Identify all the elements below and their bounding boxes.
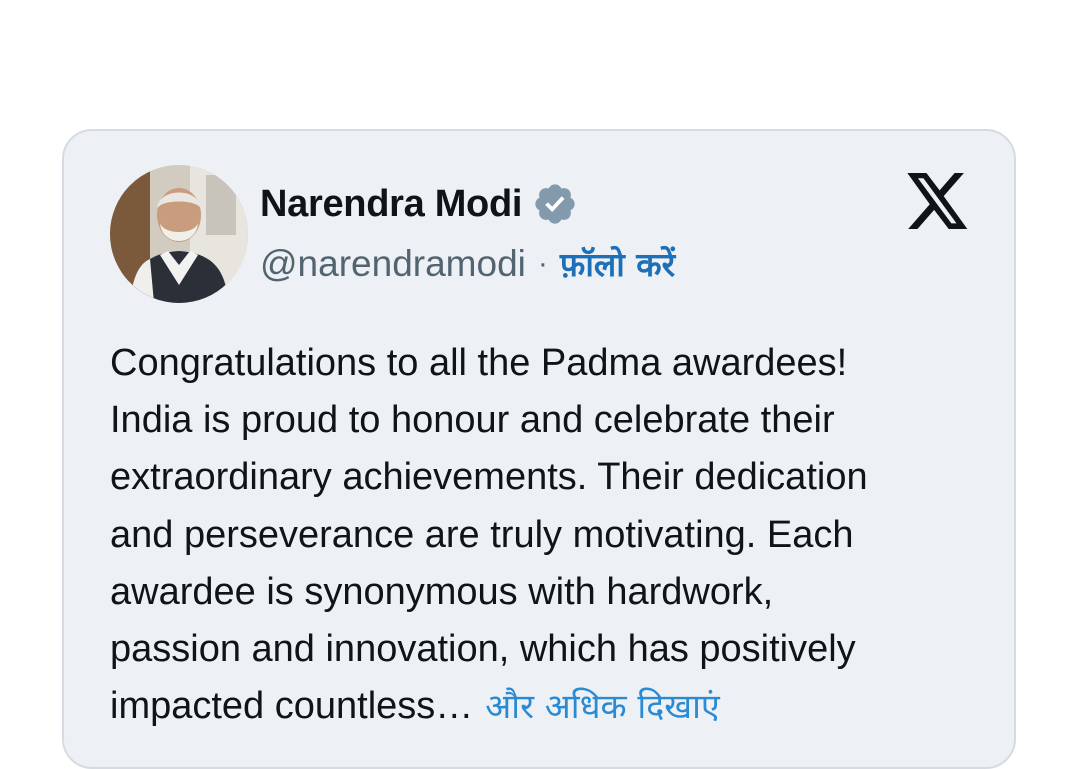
user-handle[interactable]: @narendramodi — [260, 243, 526, 285]
tweet-text-last-line: impacted countless… और अधिक दिखाएं — [110, 678, 990, 736]
tweet-text: Congratulations to all the Padma awardee… — [110, 335, 990, 736]
avatar[interactable] — [110, 165, 248, 303]
avatar-image — [110, 165, 248, 303]
x-logo-icon[interactable] — [906, 171, 970, 231]
tweet-text-line: and perseverance are truly motivating. E… — [110, 513, 854, 556]
follow-button[interactable]: फ़ॉलो करें — [560, 241, 675, 286]
tweet-text-line: India is proud to honour and celebrate t… — [110, 399, 835, 442]
tweet-text-line: extraordinary achievements. Their dedica… — [110, 456, 868, 499]
show-more-link[interactable]: और अधिक दिखाएं — [485, 687, 719, 727]
display-name[interactable]: Narendra Modi — [260, 183, 522, 226]
tweet-text-line: passion and innovation, which has positi… — [110, 628, 856, 671]
author-name-row[interactable]: Narendra Modi — [260, 181, 578, 227]
tweet-text-line: awardee is synonymous with hardwork, — [110, 570, 774, 613]
handle-row: @narendramodi · फ़ॉलो करें — [260, 241, 675, 286]
tweet-card[interactable]: Narendra Modi @narendramodi · फ़ॉलो करें… — [62, 129, 1016, 769]
tweet-text-line: Congratulations to all the Padma awardee… — [110, 342, 848, 384]
tweet-text-line: impacted countless… — [110, 685, 474, 728]
verified-badge-icon — [535, 184, 575, 224]
separator-dot: · — [537, 246, 548, 280]
